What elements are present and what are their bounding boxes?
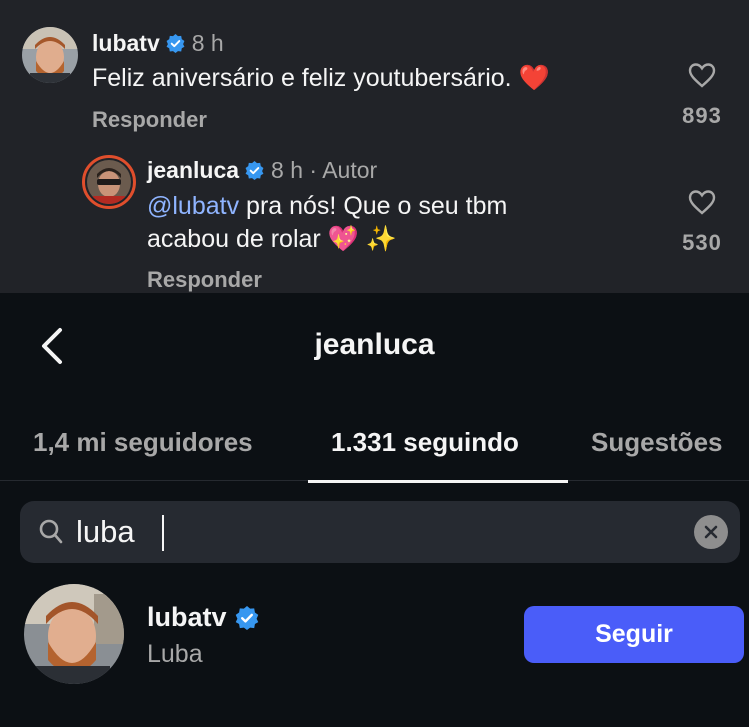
heart-icon[interactable]	[688, 189, 716, 215]
comment-text: acabou de rolar 💖 ✨	[147, 225, 397, 253]
avatar[interactable]	[22, 27, 78, 83]
search-bar	[20, 501, 740, 563]
active-tab-indicator	[308, 480, 568, 483]
result-username[interactable]: lubatv	[147, 602, 227, 633]
verified-badge-icon	[166, 34, 185, 53]
close-icon	[704, 525, 718, 539]
verified-badge-icon	[235, 605, 258, 630]
tab-following[interactable]: 1.331 seguindo	[331, 427, 519, 458]
reply-button[interactable]: Responder	[147, 267, 262, 293]
comments-section: lubatv 8 h Feliz aniversário e feliz you…	[0, 0, 749, 293]
search-icon	[39, 519, 63, 544]
comment-username[interactable]: lubatv	[92, 30, 160, 57]
avatar[interactable]	[24, 584, 124, 684]
follow-button[interactable]: Seguir	[524, 606, 744, 663]
tab-bar: 1,4 mi seguidores 1.331 seguindo Sugestõ…	[0, 405, 749, 483]
result-full-name: Luba	[147, 640, 203, 668]
like-count: 893	[682, 103, 722, 128]
reply-button[interactable]: Responder	[92, 107, 207, 133]
comment-username[interactable]: jeanluca	[147, 157, 239, 184]
mention-link[interactable]: @lubatv	[147, 192, 239, 220]
page-title: jeanluca	[314, 328, 435, 361]
comment-text: pra nós! Que o seu tbm	[239, 192, 508, 220]
verified-badge-icon	[245, 161, 264, 180]
comment-timestamp: 8 h · Autor	[271, 157, 378, 183]
heart-icon[interactable]	[688, 62, 716, 88]
comment-text: Feliz aniversário e feliz youtubersário.…	[92, 64, 550, 92]
tab-followers[interactable]: 1,4 mi seguidores	[33, 427, 253, 458]
user-list-item[interactable]: lubatv Luba Seguir	[0, 580, 749, 690]
search-input[interactable]	[76, 509, 676, 555]
clear-search-button[interactable]	[694, 515, 728, 549]
like-count: 530	[682, 230, 722, 255]
comment-timestamp: 8 h	[191, 30, 224, 56]
text-cursor	[162, 515, 164, 551]
avatar[interactable]	[82, 155, 136, 209]
top-nav: jeanluca	[0, 300, 749, 390]
tab-suggestions[interactable]: Sugestões	[591, 427, 723, 458]
